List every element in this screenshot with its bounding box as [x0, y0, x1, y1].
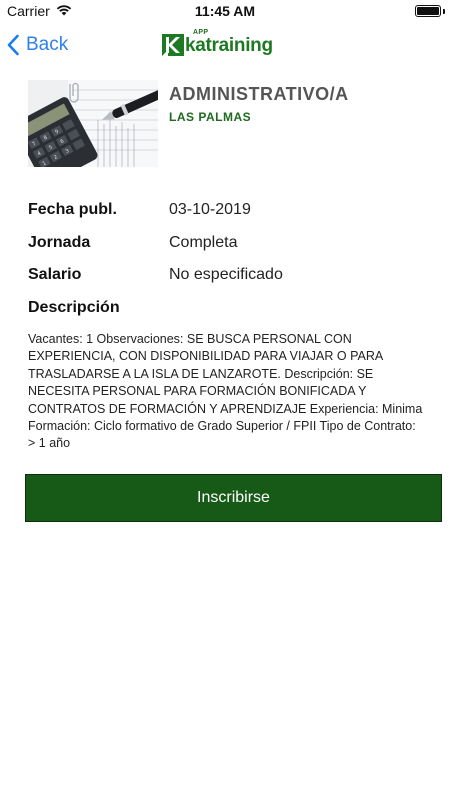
app-logo: APP katraining	[160, 28, 292, 62]
navigation-bar: Back APP katraining	[0, 22, 450, 66]
description-label: Descripción	[28, 299, 120, 316]
inscribirse-button[interactable]: Inscribirse	[25, 474, 442, 522]
battery-icon	[415, 5, 441, 17]
job-location: LAS PALMAS	[169, 110, 252, 124]
status-bar: Carrier 11:45 AM	[0, 0, 450, 22]
salario-value: No especificado	[169, 266, 283, 283]
description-text: Vacantes: 1 Observaciones: SE BUSCA PERS…	[28, 332, 423, 451]
logo-mark-icon	[162, 34, 184, 56]
salario-label: Salario	[28, 266, 82, 283]
calculator-photo-icon: 789 456 123	[28, 80, 158, 167]
fecha-label: Fecha publ.	[28, 201, 117, 218]
job-image: 789 456 123	[28, 80, 158, 167]
battery-level	[417, 7, 439, 15]
jornada-value: Completa	[169, 234, 238, 251]
back-label: Back	[26, 34, 69, 55]
logo-wordmark: katraining	[185, 35, 273, 56]
chevron-left-icon	[7, 34, 19, 56]
back-button[interactable]: Back	[6, 30, 68, 60]
job-title: ADMINISTRATIVO/A	[169, 84, 349, 104]
status-time: 11:45 AM	[194, 3, 256, 19]
battery-tip	[443, 9, 445, 14]
jornada-label: Jornada	[28, 234, 91, 251]
fecha-value: 03-10-2019	[169, 201, 251, 218]
